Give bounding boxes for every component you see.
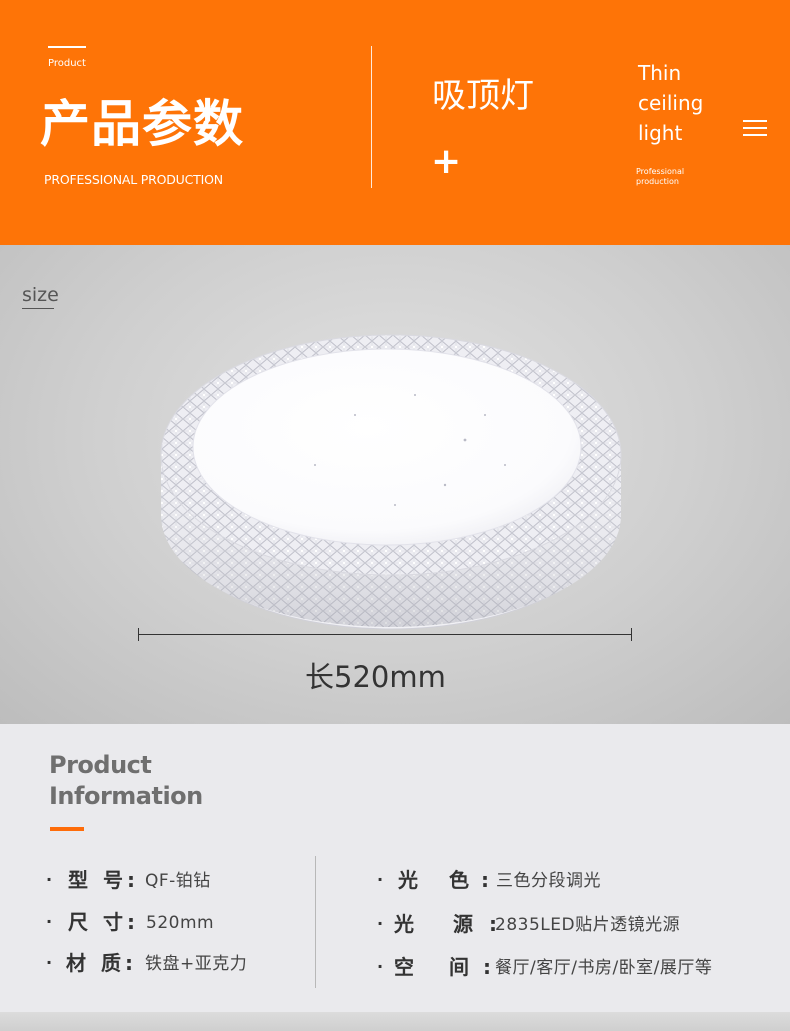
ceiling-light-image	[160, 334, 622, 630]
info-heading-line: Information	[49, 782, 203, 810]
spec-value: 520mm	[146, 913, 215, 933]
header-accent-line	[48, 46, 86, 48]
page-title: 产品参数	[40, 95, 244, 153]
header-banner: Product 产品参数 PROFESSIONAL PRODUCTION 吸顶灯…	[0, 0, 790, 245]
spec-value: 三色分段调光	[496, 871, 601, 891]
bullet-icon: ·	[46, 912, 53, 931]
spec-label: 型 号:	[68, 868, 139, 892]
info-heading: Product Information	[49, 750, 203, 812]
size-section: size 长520mm	[0, 245, 790, 724]
bullet-icon: ·	[46, 953, 53, 972]
spec-value: 铁盘+亚克力	[145, 954, 248, 974]
bullet-icon: ·	[377, 870, 384, 889]
plus-sign: +	[431, 141, 462, 182]
bullet-icon: ·	[377, 914, 384, 933]
spec-label: 尺 寸:	[68, 910, 139, 934]
product-english-name: Thin ceiling light	[638, 58, 703, 148]
info-accent-bar	[50, 827, 84, 831]
info-column-divider	[315, 856, 316, 988]
spec-label: 材 质:	[66, 951, 137, 975]
bottom-band	[0, 1012, 790, 1031]
size-underline	[22, 308, 54, 309]
product-english-line: ceiling	[638, 91, 704, 115]
dimension-label: 长520mm	[305, 660, 446, 694]
dimension-line	[138, 628, 632, 641]
professional-small-label: Professional production	[636, 167, 685, 186]
size-label: size	[22, 284, 59, 306]
bullet-icon: ·	[46, 870, 53, 889]
product-information-section: Product Information · 型 号: QF-铂钻 · 尺 寸: …	[0, 724, 790, 1031]
product-small-label: Product	[48, 58, 86, 69]
bullet-icon: ·	[377, 957, 384, 976]
product-english-line: Thin	[638, 61, 682, 85]
product-english-line: light	[638, 121, 683, 145]
spec-value: QF-铂钻	[145, 871, 211, 891]
page-subtitle: PROFESSIONAL PRODUCTION	[44, 172, 223, 187]
spec-label: 空 间:	[394, 955, 505, 979]
info-heading-line: Product	[49, 751, 152, 779]
spec-value: 餐厅/客厅/书房/卧室/展厅等	[495, 958, 713, 978]
header-divider	[371, 46, 372, 188]
spec-value: 2835LED贴片透镜光源	[495, 915, 681, 935]
hamburger-menu-icon[interactable]	[743, 120, 767, 136]
spec-label: 光 色:	[398, 868, 501, 892]
product-name: 吸顶灯	[432, 76, 534, 116]
